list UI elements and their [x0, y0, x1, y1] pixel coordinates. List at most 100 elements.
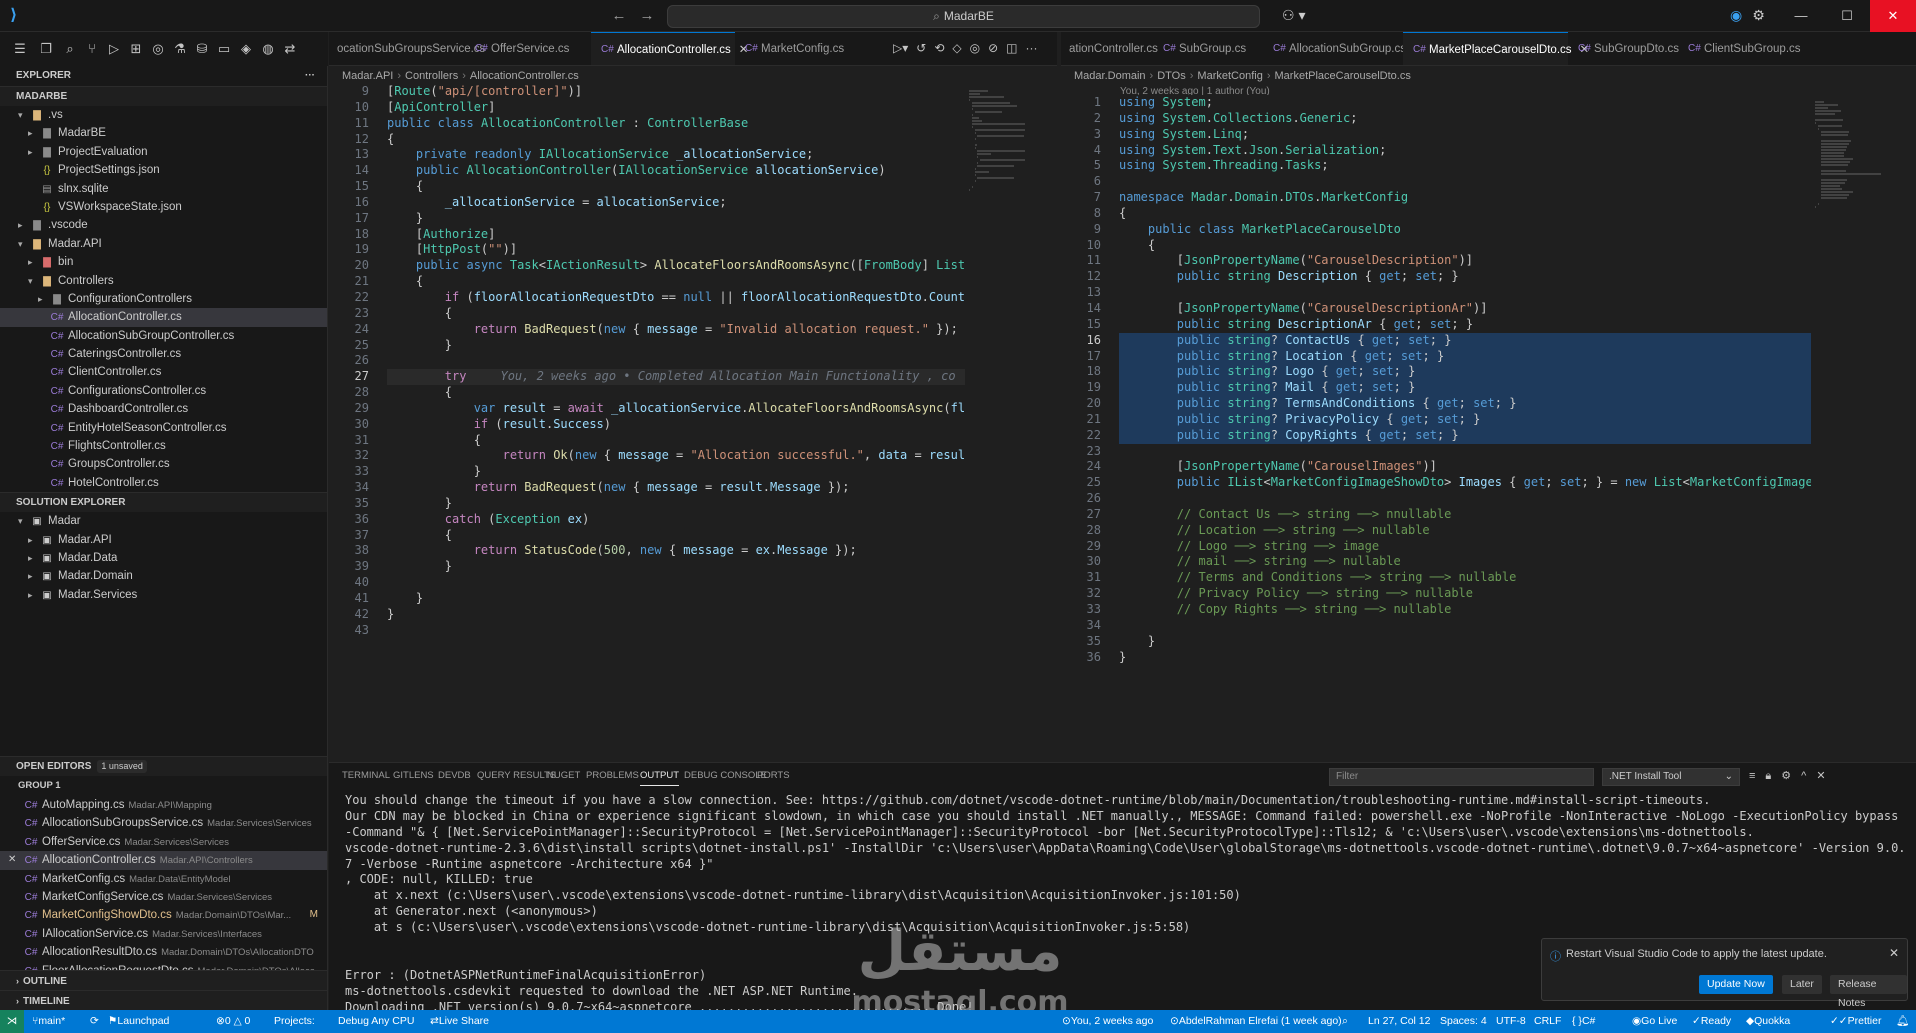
editor-tab[interactable]: C# SubGroupDto.cs	[1568, 32, 1679, 65]
code-line[interactable]: {	[387, 385, 965, 401]
code-line[interactable]: }	[387, 338, 965, 354]
tree-item[interactable]: ▸ ▇ ConfigurationControllers	[0, 290, 327, 308]
code-line[interactable]: public IList<MarketConfigImageShowDto> I…	[1119, 475, 1813, 491]
breadcrumb-item[interactable]: MarketPlaceCarouselDto.cs	[1275, 70, 1411, 82]
tree-item[interactable]: C# GroupsController.cs	[0, 455, 327, 473]
tree-item[interactable]: C# ConfigurationsController.cs	[0, 382, 327, 400]
code-line[interactable]: // Privacy Policy ──> string ──> nullabl…	[1119, 586, 1813, 602]
breadcrumb-item[interactable]: Controllers	[405, 70, 458, 82]
editor-tab[interactable]: C# MarketPlaceCarouselDto.cs ✕	[1403, 32, 1589, 65]
code-line[interactable]: if (result.Success)	[387, 417, 965, 433]
language-status[interactable]: { } C#	[1572, 1010, 1595, 1033]
launchpad-status[interactable]: ⚑ Launchpad	[108, 1010, 169, 1033]
run-icon[interactable]: ▷▾	[893, 41, 908, 55]
more-actions-icon[interactable]: ···	[305, 66, 315, 86]
panel-tab[interactable]: OUTPUT	[640, 770, 680, 786]
code-line[interactable]	[387, 353, 965, 369]
code-line[interactable]: {	[387, 274, 965, 290]
tree-item[interactable]: ▸ ▇ .vscode	[0, 216, 327, 234]
code-line[interactable]: [ApiController]	[387, 100, 965, 116]
code-line[interactable]: }	[387, 211, 965, 227]
toggle-blame-icon[interactable]: ◎	[970, 41, 980, 55]
code-line[interactable]: catch (Exception ex)	[387, 512, 965, 528]
tree-item[interactable]: C# AllocationController.cs	[0, 308, 327, 327]
tree-item[interactable]: ▾ ▣ Madar	[0, 512, 327, 530]
editor-tab[interactable]: C# OfferService.cs	[465, 32, 591, 65]
code-line[interactable]: _allocationService = allocationService;	[387, 195, 965, 211]
tree-item[interactable]: C# HotelController.cs	[0, 474, 327, 492]
author-status[interactable]: ⊙ AbdelRahman Elrefai (1 week ago)	[1170, 1010, 1342, 1033]
notifications-bell-icon[interactable]: 🔔︎	[1896, 1010, 1909, 1033]
extensions-icon[interactable]: ⊞	[128, 41, 144, 57]
ready-status[interactable]: ✓ Ready	[1692, 1010, 1731, 1033]
code-line[interactable]: public class AllocationController : Cont…	[387, 116, 965, 132]
tree-item[interactable]: ▤ slnx.sqlite	[0, 180, 327, 198]
code-line[interactable]: public class MarketPlaceCarouselDto	[1119, 222, 1813, 238]
code-line[interactable]	[1119, 285, 1813, 301]
code-line[interactable]: // Copy Rights ──> string ──> nullable	[1119, 602, 1813, 618]
code-line[interactable]: {	[387, 433, 965, 449]
code-line[interactable]: public string? Mail { get; set; }	[1119, 380, 1813, 397]
close-editor-icon[interactable]: ✕	[8, 851, 16, 869]
code-line[interactable]	[1119, 491, 1813, 507]
live-share-icon[interactable]: ⇄	[282, 41, 298, 57]
code-line[interactable]: public string? CopyRights { get; set; }	[1119, 427, 1813, 444]
tree-item[interactable]: ▸ ▣ Madar.Data	[0, 549, 327, 567]
code-line[interactable]: // Terms and Conditions ──> string ──> n…	[1119, 570, 1813, 586]
tree-item[interactable]: ▾ ▇ .vs	[0, 106, 327, 124]
copilot-chat-icon[interactable]: ◍	[260, 41, 276, 57]
code-line[interactable]: [JsonPropertyName("CarouselDescriptionAr…	[1119, 301, 1813, 317]
settings-gear-icon[interactable]: ⚙	[1752, 7, 1765, 23]
compare-icon[interactable]: ⟲	[934, 41, 944, 55]
encoding-status[interactable]: UTF-8	[1496, 1010, 1526, 1033]
panel-tab[interactable]: QUERY RESULTS	[477, 770, 556, 781]
solution-explorer-header[interactable]: SOLUTION EXPLORER	[0, 492, 327, 513]
code-line[interactable]: }	[1119, 634, 1813, 650]
code-line[interactable]: public string? Logo { get; set; }	[1119, 364, 1813, 381]
testing-icon[interactable]: ⚗	[172, 41, 188, 57]
more-icon[interactable]: ···	[1026, 41, 1038, 55]
code-line[interactable]: using System;	[1119, 95, 1813, 111]
code-line[interactable]: {	[387, 179, 965, 195]
panel-tab[interactable]: NUGET	[547, 770, 580, 781]
projects-status[interactable]: Projects:	[274, 1010, 315, 1033]
sync-icon[interactable]: ⟳	[90, 1010, 99, 1033]
code-line[interactable]: if (floorAllocationRequestDto == null ||…	[387, 290, 965, 306]
command-center-search[interactable]: ⌕ MadarBE	[667, 5, 1260, 28]
clear-output-icon[interactable]: ≡	[1749, 770, 1755, 782]
tree-item[interactable]: C# FlightsController.cs	[0, 437, 327, 455]
tree-item[interactable]: C# AllocationResultDto.cs Madar.Domain\DTO…	[0, 943, 327, 961]
code-line[interactable]: }	[387, 607, 965, 623]
prettier-status[interactable]: ✓✓ Prettier	[1830, 1010, 1881, 1033]
tree-item[interactable]: ▸ ▣ Madar.Domain	[0, 567, 327, 585]
close-button[interactable]: ✕	[1870, 0, 1916, 32]
code-line[interactable]	[1119, 618, 1813, 634]
panel-tab[interactable]: GITLENS	[393, 770, 434, 781]
tree-item[interactable]: C# MarketConfig.cs Madar.Data\EntityModel	[0, 870, 327, 888]
tree-item[interactable]: C# EntityHotelSeasonController.cs	[0, 419, 327, 437]
code-line[interactable]: {	[387, 132, 965, 148]
breadcrumb-item[interactable]: Madar.Domain	[1074, 70, 1146, 82]
editor-tab[interactable]: C# ClientSubGroup.cs	[1678, 32, 1806, 65]
code-line[interactable]	[387, 623, 965, 639]
code-line[interactable]: }	[387, 591, 965, 607]
update-now-button[interactable]: Update Now	[1699, 975, 1773, 994]
code-line[interactable]: using System.Text.Json.Serialization;	[1119, 143, 1813, 159]
code-line[interactable]	[1119, 444, 1813, 460]
tree-item[interactable]: C# IAllocationService.cs Madar.Services\In…	[0, 925, 327, 943]
code-line[interactable]: return BadRequest(new { message = "Inval…	[387, 322, 965, 338]
remote-indicator-icon[interactable]: ⋊	[0, 1010, 24, 1033]
code-line[interactable]: public string DescriptionAr { get; set; …	[1119, 317, 1813, 333]
open-changes-icon[interactable]: ◇	[952, 41, 961, 55]
tree-item[interactable]: ▸ ▣ Madar.API	[0, 531, 327, 549]
tree-item[interactable]: C# AllocationSubGroupController.cs	[0, 327, 327, 345]
code-line[interactable]: try You, 2 weeks ago • Completed Allocati…	[387, 369, 966, 386]
tree-item[interactable]: C# OfferService.cs Madar.Services\Services	[0, 833, 327, 851]
forward-arrow-icon[interactable]: →	[638, 7, 656, 25]
source-control-icon[interactable]: ⑂	[84, 41, 100, 57]
code-line[interactable]: var result = await _allocationService.Al…	[387, 401, 965, 417]
panel-tab[interactable]: DEVDB	[438, 770, 471, 781]
tree-item[interactable]: C# MarketConfigService.cs Madar.Services\S…	[0, 888, 327, 906]
branch-status[interactable]: ⑂ main*	[32, 1010, 65, 1033]
code-line[interactable]: using System.Linq;	[1119, 127, 1813, 143]
